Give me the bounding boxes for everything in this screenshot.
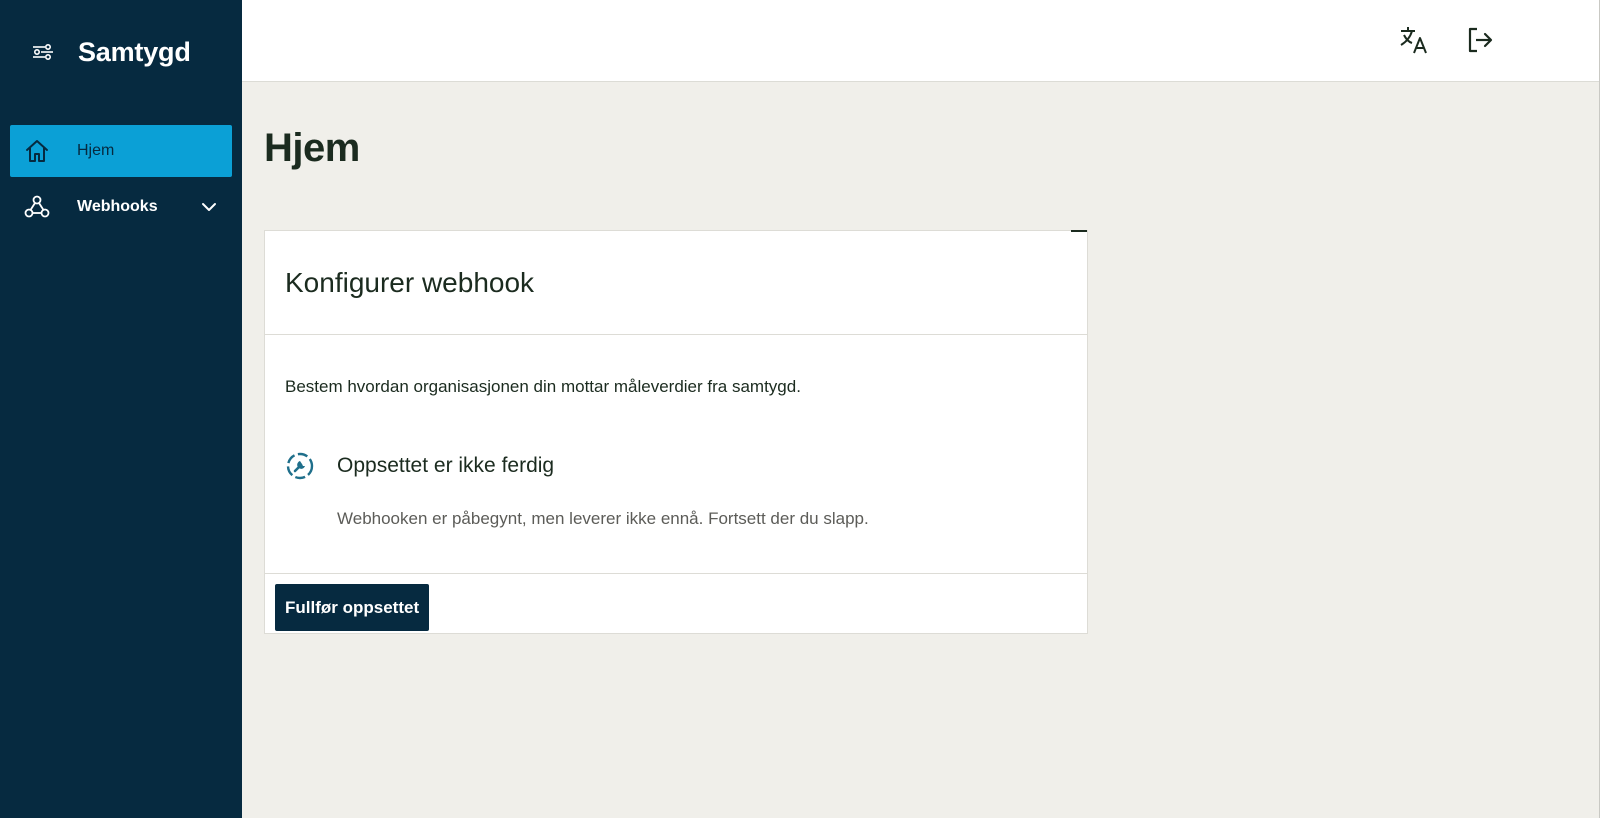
card-title: Konfigurer webhook [285,267,535,298]
topbar [242,0,1600,82]
menu-icon[interactable] [30,39,56,65]
card-description: Bestem hvordan organisasjonen din mottar… [285,377,801,396]
complete-setup-button[interactable]: Fullfør oppsettet [275,584,430,631]
logout-icon[interactable] [1462,22,1498,58]
sidebar: Samtygd Hjem Webhooks [0,0,242,818]
status-text: Webhooken er påbegynt, men leverer ikke … [337,509,869,528]
page-title: Hjem [264,126,360,170]
webhook-card: Konfigurer webhook Bestem hvordan organi… [264,230,1088,634]
card-body: Bestem hvordan organisasjonen din mottar… [265,335,1087,574]
sidebar-item-webhooks[interactable]: Webhooks [10,181,232,233]
setup-incomplete-icon [285,451,315,481]
sidebar-item-hjem[interactable]: Hjem [10,125,232,177]
webhook-icon [24,194,50,220]
brand-title: Samtygd [78,36,191,67]
card-footer: Fullfør oppsettet [265,574,1087,633]
app-root: Samtygd Hjem Webhooks Hjem Konfigurer we… [0,0,1600,818]
sidebar-item-label: Hjem [77,142,115,159]
home-icon [24,138,50,164]
brand[interactable]: Samtygd [30,34,191,70]
translate-icon[interactable] [1396,22,1432,58]
status-title: Oppsettet er ikke ferdig [337,454,555,477]
card-header: Konfigurer webhook [265,231,1087,335]
sidebar-nav: Hjem Webhooks [10,125,232,233]
chevron-down-icon[interactable] [200,198,218,216]
main-content: Hjem Konfigurer webhook Bestem hvordan o… [242,82,1600,818]
sidebar-item-label: Webhooks [77,198,158,215]
